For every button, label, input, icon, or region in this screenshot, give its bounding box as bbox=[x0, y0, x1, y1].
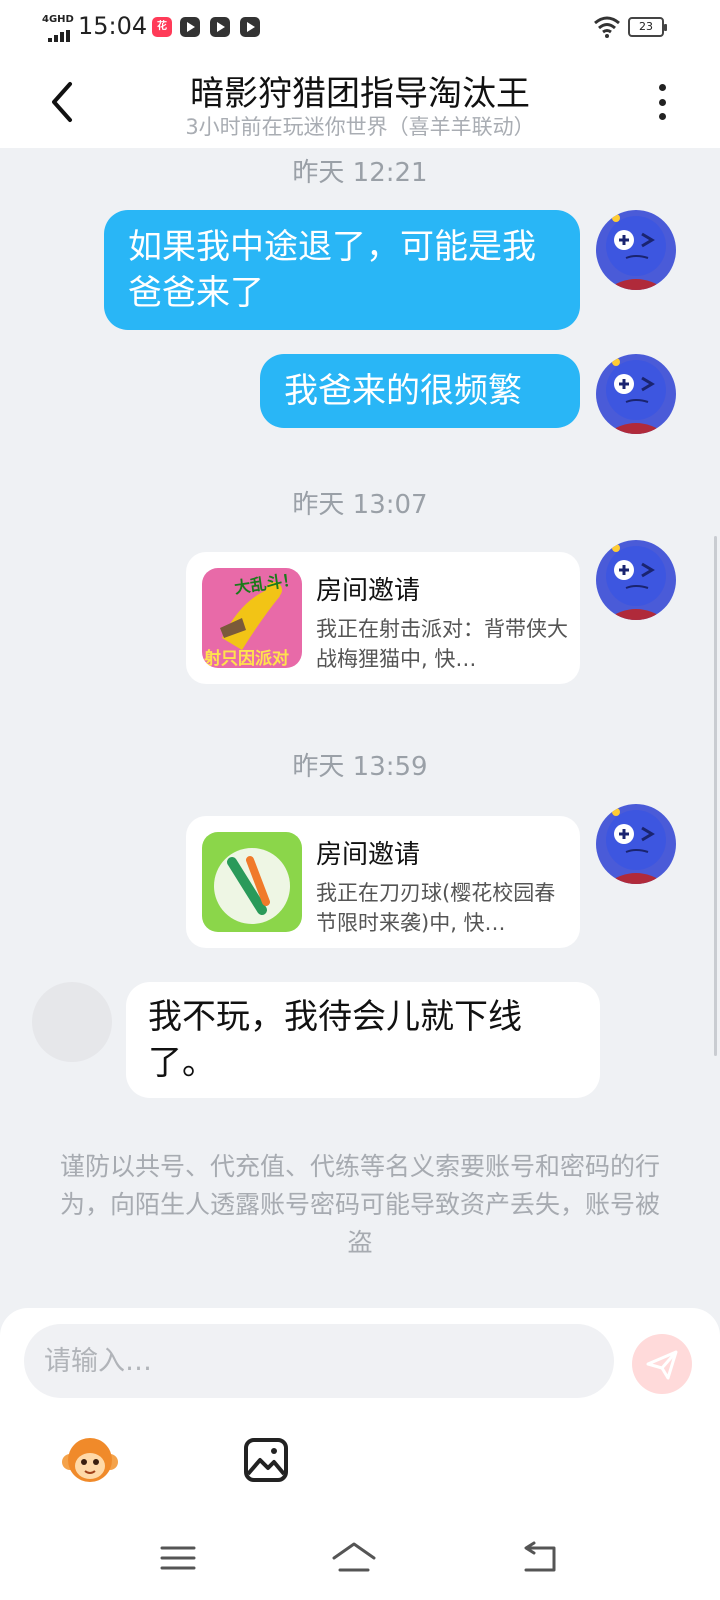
status-bar: 4GHD 15:04 花 23 bbox=[0, 0, 720, 56]
thumbnail-caption-bottom: 射只因派对 bbox=[204, 649, 289, 668]
room-invite-card[interactable]: 大乱斗！ 射只因派对 房间邀请 我正在射击派对：背带侠大战梅狸猫中, 快… bbox=[186, 552, 580, 684]
image-button[interactable] bbox=[236, 1430, 296, 1490]
send-icon bbox=[646, 1350, 678, 1380]
send-button[interactable] bbox=[632, 1334, 692, 1394]
message-input-container[interactable] bbox=[24, 1324, 614, 1398]
scrollbar[interactable] bbox=[714, 536, 717, 1056]
wifi-icon bbox=[594, 16, 620, 38]
video-app-icon bbox=[240, 17, 260, 37]
my-avatar[interactable] bbox=[596, 804, 676, 884]
status-time: 15:04 bbox=[78, 12, 148, 40]
emoji-button[interactable] bbox=[60, 1430, 120, 1490]
outgoing-message[interactable]: 如果我中途退了，可能是我爸爸来了 bbox=[104, 210, 580, 330]
more-vertical-icon[interactable] bbox=[650, 80, 674, 124]
game-thumbnail bbox=[202, 832, 302, 932]
chat-header: 暗影狩猎团指导淘汰王 3小时前在玩迷你世界（喜羊羊联动） bbox=[0, 56, 720, 148]
room-invite-card[interactable]: 房间邀请 我正在刀刃球(樱花校园春节限时来袭)中, 快… bbox=[186, 816, 580, 948]
incoming-message[interactable]: 我不玩，我待会儿就下线了。 bbox=[126, 982, 600, 1098]
my-avatar[interactable] bbox=[596, 540, 676, 620]
signal-icon: 4GHD bbox=[42, 14, 74, 42]
video-app-icon bbox=[180, 17, 200, 37]
my-avatar[interactable] bbox=[596, 210, 676, 290]
message-input[interactable] bbox=[24, 1324, 614, 1398]
game-thumbnail: 大乱斗！ 射只因派对 bbox=[202, 568, 302, 668]
timestamp: 昨天 13:59 bbox=[292, 752, 428, 782]
card-description: 我正在射击派对：背带侠大战梅狸猫中, 快… bbox=[316, 617, 568, 671]
security-notice: 谨防以共号、代充值、代练等名义索要账号和密码的行为，向陌生人透露账号密码可能导致… bbox=[59, 1152, 660, 1257]
timestamp: 昨天 13:07 bbox=[292, 490, 428, 520]
card-title: 房间邀请 bbox=[316, 576, 421, 606]
input-panel bbox=[0, 1308, 720, 1600]
battery-indicator: 23 bbox=[628, 17, 667, 37]
contact-avatar[interactable] bbox=[32, 982, 112, 1062]
network-type: 4GHD bbox=[42, 14, 74, 25]
timestamp: 昨天 12:21 bbox=[292, 158, 428, 188]
message-list[interactable]: 昨天 12:21 如果我中途退了，可能是我爸爸来了 我爸来的很频繁 昨天 13:… bbox=[0, 148, 720, 1308]
my-avatar[interactable] bbox=[596, 354, 676, 434]
card-title: 房间邀请 bbox=[316, 840, 421, 870]
return-icon[interactable] bbox=[516, 1538, 564, 1578]
home-icon[interactable] bbox=[330, 1538, 378, 1578]
outgoing-message[interactable]: 我爸来的很频繁 bbox=[260, 354, 580, 428]
menu-icon[interactable] bbox=[154, 1538, 202, 1578]
card-description: 我正在刀刃球(樱花校园春节限时来袭)中, 快… bbox=[316, 881, 556, 935]
image-icon bbox=[244, 1438, 288, 1482]
chat-subtitle: 3小时前在玩迷你世界（喜羊羊联动） bbox=[185, 115, 535, 139]
app-notification-icon: 花 bbox=[152, 17, 172, 37]
system-navigation-bar bbox=[0, 1520, 720, 1600]
monkey-emoji-icon bbox=[62, 1438, 118, 1482]
chat-title: 暗影狩猎团指导淘汰王 bbox=[190, 74, 530, 114]
video-app-icon bbox=[210, 17, 230, 37]
